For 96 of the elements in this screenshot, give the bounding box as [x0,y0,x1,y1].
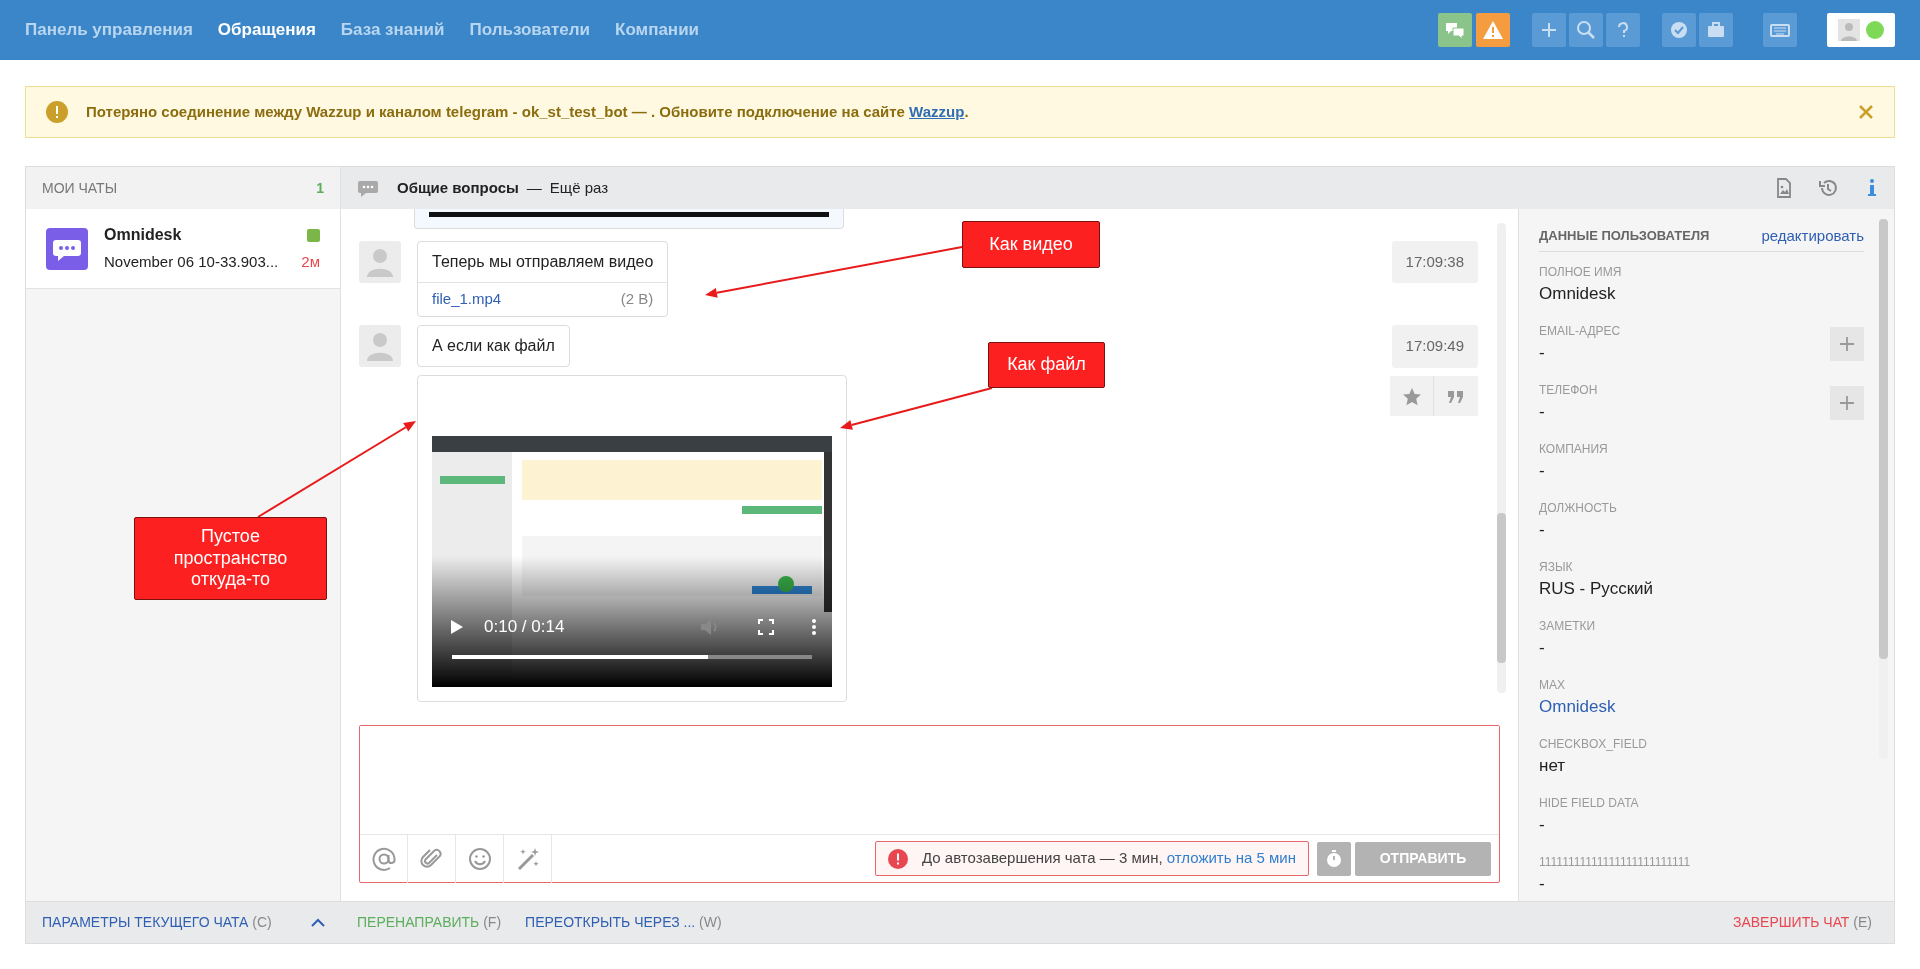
chat-bubble-icon [357,178,379,197]
search-icon[interactable] [1569,13,1603,47]
plus-icon [1840,336,1854,351]
chat-title: Общие вопросы [397,177,519,198]
keyboard-icon[interactable] [1763,13,1797,47]
scrollbar[interactable] [1879,218,1888,759]
separator: — [526,177,542,198]
field-value: RUS - Русский [1539,578,1655,601]
section-title: МОИ ЧАТЫ [42,178,118,198]
video-time: 0:10 / 0:14 [484,616,565,639]
close-icon [1858,104,1874,120]
plus-icon [1840,395,1854,410]
field-label: ЯЗЫК [1539,559,1574,577]
avatar-icon [359,325,401,368]
chat-bubble-icon [46,227,88,270]
warning-icon[interactable] [1476,13,1510,47]
field-value: - [1539,814,1546,837]
callout-label: Как файл [988,342,1105,388]
check-icon[interactable] [1662,13,1696,47]
alert-text: Потеряно соединение между Wazzup и каналом telegram - ok_st_test_bot — . Обновите подключение на сайте Wazzup. [86,101,969,122]
close-button[interactable] [1858,104,1874,120]
add-button[interactable] [1830,326,1864,361]
add-button[interactable] [1830,385,1864,420]
chat-preview: November 06 10-33.903... [104,252,279,273]
field-label: ЗАМЕТКИ [1539,618,1597,636]
chat-count: 1 [316,178,324,198]
field-label: CHECKBOX_FIELD [1539,736,1649,754]
message-time: 17:09:38 [1391,240,1478,284]
mention-icon [370,845,397,872]
star-icon [1401,386,1422,407]
field-value: - [1539,342,1546,365]
file-size: (2 В) [620,288,654,309]
field-label: 11111111111111111111111111 [1539,854,1692,872]
action-link[interactable]: ЗАВЕРШИТЬ ЧАТ (E) [1732,912,1872,934]
stopwatch-icon [1326,850,1342,869]
avatar-icon [1838,19,1860,41]
message-text: Теперь мы отправляем видео [418,241,668,283]
fullscreen-icon[interactable] [758,619,774,636]
chats-icon[interactable] [1438,13,1472,47]
field-value: нет [1539,755,1567,778]
add-icon[interactable] [1532,13,1566,47]
field-value: - [1539,401,1546,424]
help-icon[interactable] [1606,13,1640,47]
profile-button[interactable] [1827,13,1895,47]
warning-icon [46,101,68,123]
field-value: - [1539,873,1546,896]
briefcase-icon[interactable] [1699,13,1733,47]
chevron-up-icon[interactable] [311,918,325,928]
field-value: - [1539,637,1546,660]
field-label: EMAIL-АДРЕС [1539,323,1622,341]
more-icon[interactable] [812,619,816,636]
link[interactable]: Wazzup [909,102,965,120]
favorite-button[interactable] [1390,375,1434,416]
field-label: ТЕЛЕФОН [1539,382,1599,400]
quote-button[interactable] [1434,375,1478,416]
message-bubble: А если как файл [417,325,570,368]
field-link[interactable]: Omnidesk [1539,694,1616,720]
chat-subtitle: Ещё раз [549,177,609,198]
avatar-icon [359,240,401,283]
nav-link[interactable]: База знаний [340,17,445,43]
edit-link[interactable]: редактировать [1761,224,1864,248]
section-title: ДАННЫЕ ПОЛЬЗОВАТЕЛЯ [1539,227,1710,246]
callout-label: Как видео [962,221,1100,268]
action-link[interactable]: ПЕРЕНАПРАВИТЬ (F) [357,912,502,934]
field-value: - [1539,519,1546,542]
status-square [307,228,320,242]
emoji-icon [466,845,493,872]
chat-item[interactable]: Omnidesk November 06 10-33.903... 2м [26,209,340,289]
field-label: ДОЛЖНОСТЬ [1539,500,1618,518]
nav-link[interactable]: Панель управления [25,17,193,43]
play-icon[interactable] [450,619,464,636]
nav-link[interactable]: Обращения [217,17,316,43]
field-label: ПОЛНОЕ ИМЯ [1539,264,1623,282]
alert-icon [888,848,909,869]
field-label: КОМПАНИЯ [1539,441,1609,459]
chat-time: 2м [301,252,320,273]
nav-link[interactable]: Пользователи [469,17,591,43]
autoclose-text: До автозавершения чата — 3 мин, отложить на 5 мин [922,848,1296,869]
video-player[interactable]: 0:10 / 0:14 [432,436,832,688]
nav-link[interactable]: Компании [615,17,700,43]
postpone-link[interactable]: отложить на 5 мин [1166,849,1296,867]
field-value: - [1539,460,1546,483]
action-link[interactable]: ПЕРЕОТКРЫТЬ ЧЕРЕЗ ... (W) [525,912,722,934]
field-label: HIDE FIELD DATA [1539,795,1640,813]
chat-name: Omnidesk [104,225,182,246]
callout-label: Пустое пространство откуда-то [134,517,327,600]
scrollbar[interactable] [1497,222,1506,693]
field-label: MAX [1539,677,1566,695]
progress-track[interactable] [452,655,812,660]
quote-icon [1447,389,1465,404]
field-value: Omnidesk [1539,283,1617,306]
timer-button[interactable] [1317,841,1351,876]
chat-params-link[interactable]: ПАРАМЕТРЫ ТЕКУЩЕГО ЧАТА (C) [42,912,272,934]
message-time: 17:09:49 [1391,325,1478,368]
message-composer[interactable]: До автозавершения чата — 3 мин, отложить на 5 мин ОТПРАВИТЬ [359,725,1500,884]
file-link[interactable]: file_1.mp4 [432,287,502,311]
